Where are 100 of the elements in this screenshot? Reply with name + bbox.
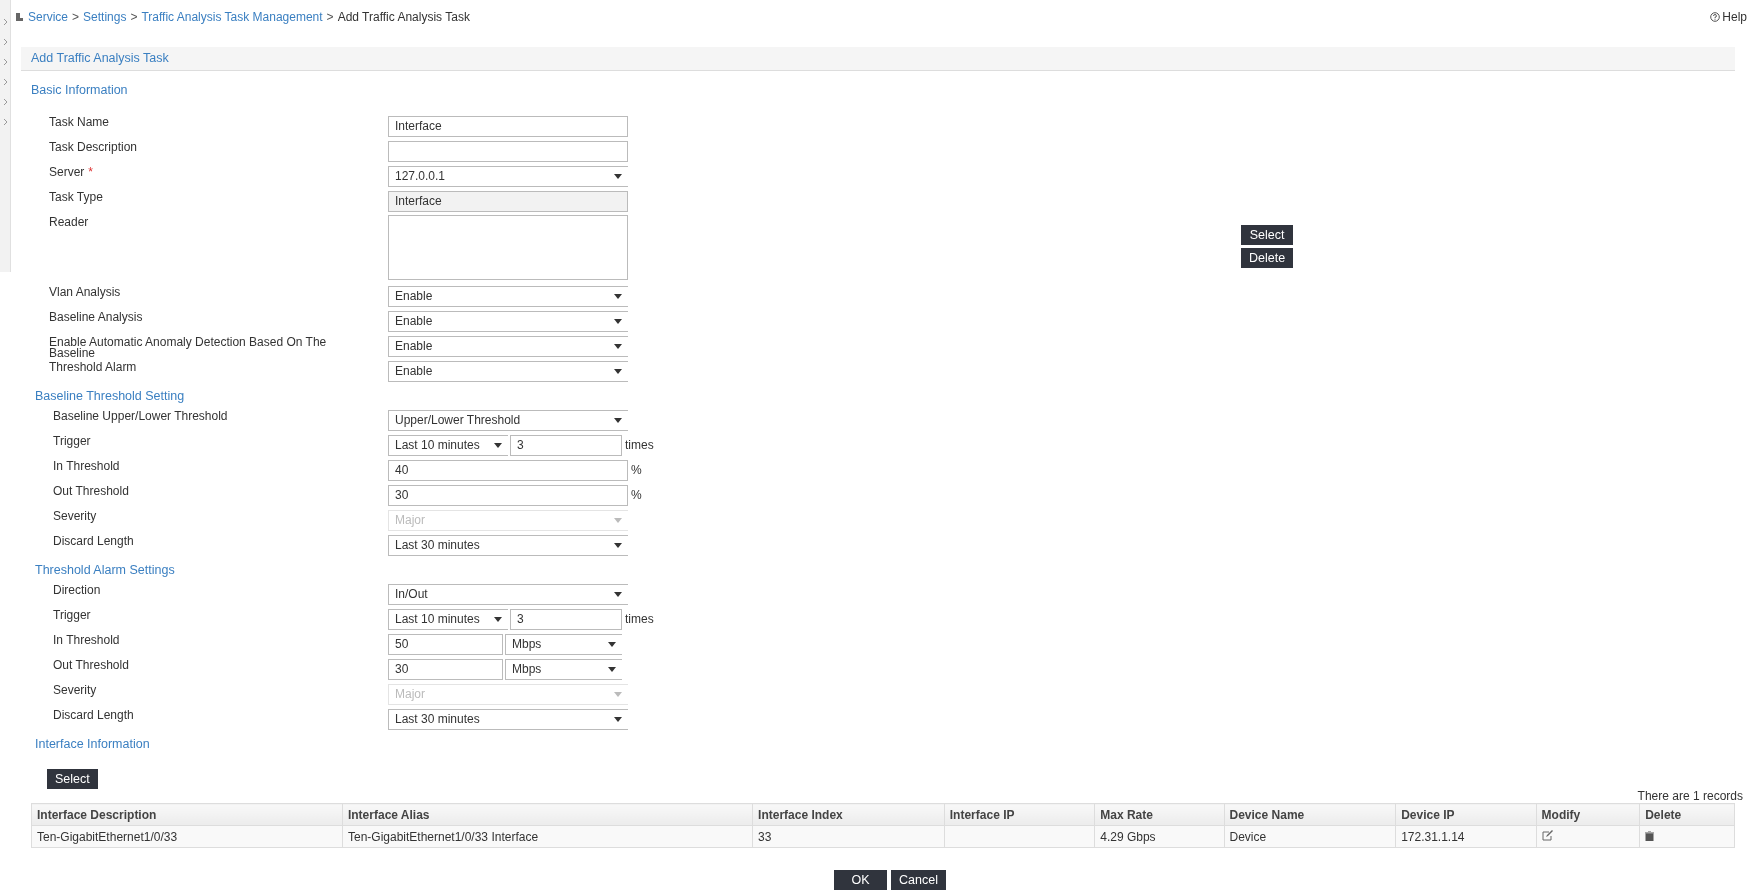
- caret-icon: [494, 616, 502, 622]
- column-header: Max Rate: [1094, 803, 1224, 826]
- dropdown[interactable]: Mbps: [505, 633, 622, 655]
- help-link[interactable]: Help: [1710, 10, 1747, 25]
- dropdown[interactable]: Last 10 minutes: [388, 608, 508, 630]
- caret-icon: [614, 368, 622, 374]
- breadcrumb-separator: >: [326, 10, 334, 25]
- field-label: Task Type: [48, 190, 104, 203]
- field-label: Trigger: [52, 434, 92, 447]
- field-label: Trigger: [52, 608, 92, 621]
- dropdown[interactable]: Mbps: [505, 658, 622, 680]
- field-label: In Threshold: [52, 633, 121, 646]
- caret-icon: [614, 517, 622, 523]
- breadcrumb-separator: >: [72, 10, 80, 25]
- caret-icon: [614, 716, 622, 722]
- field-label: Baseline Analysis: [48, 310, 144, 323]
- text-field[interactable]: 50: [388, 633, 503, 655]
- dialog-button[interactable]: Cancel: [891, 870, 946, 890]
- caret-icon: [494, 442, 502, 448]
- field-label: Task Name: [48, 115, 111, 128]
- caret-icon: [614, 542, 622, 548]
- unit-label: %: [631, 463, 642, 477]
- dropdown[interactable]: Last 30 minutes: [388, 534, 628, 556]
- text-field[interactable]: 40: [388, 459, 628, 481]
- dropdown[interactable]: Enable: [388, 310, 628, 332]
- select-button[interactable]: Select: [47, 769, 98, 789]
- breadcrumb-link[interactable]: Settings: [83, 10, 127, 25]
- table-cell: 33: [752, 825, 945, 848]
- field-label: In Threshold: [52, 459, 121, 472]
- dropdown[interactable]: 127.0.0.1: [388, 165, 628, 187]
- field-label: Out Threshold: [52, 484, 130, 497]
- text-field[interactable]: 30: [388, 484, 628, 506]
- help-icon: [1710, 12, 1721, 23]
- trash-icon[interactable]: [1645, 830, 1655, 841]
- unit-label: %: [631, 488, 642, 502]
- field-label: Baseline Upper/Lower Threshold: [52, 409, 229, 422]
- field-label: Discard Length: [52, 708, 135, 721]
- dropdown[interactable]: Upper/Lower Threshold: [388, 409, 628, 431]
- edit-icon[interactable]: [1541, 829, 1553, 841]
- action-button[interactable]: Select: [1241, 225, 1294, 245]
- breadcrumb-link[interactable]: Service: [28, 10, 68, 25]
- text-area[interactable]: [388, 215, 628, 280]
- dropdown[interactable]: Enable: [388, 285, 628, 307]
- caret-icon: [614, 417, 622, 423]
- text-field[interactable]: [388, 140, 628, 162]
- chevron-icon[interactable]: [2, 78, 8, 86]
- panel-title: Add Traffic Analysis Task: [31, 51, 169, 66]
- chevron-icon[interactable]: [2, 98, 8, 106]
- text-field[interactable]: Interface: [388, 115, 628, 137]
- column-header: Interface Index: [752, 803, 945, 826]
- caret-icon: [614, 173, 622, 179]
- caret-icon: [608, 666, 616, 672]
- dropdown[interactable]: Last 10 minutes: [388, 434, 508, 456]
- breadcrumb-separator: >: [130, 10, 138, 25]
- text-field[interactable]: Interface: [388, 190, 628, 212]
- text-field[interactable]: 30: [388, 658, 503, 680]
- caret-icon: [614, 591, 622, 597]
- table-cell: Ten-GigabitEthernet1/0/33 Interface: [342, 825, 753, 848]
- column-header: Interface Description: [31, 803, 343, 826]
- column-header: Device Name: [1224, 803, 1396, 826]
- table-cell: Device: [1224, 825, 1396, 848]
- dropdown[interactable]: Last 30 minutes: [388, 708, 628, 730]
- table-cell: 172.31.1.14: [1395, 825, 1537, 848]
- caret-icon: [614, 343, 622, 349]
- caret-icon: [614, 691, 622, 697]
- column-header: Modify: [1536, 803, 1640, 826]
- text-field[interactable]: 3: [510, 434, 622, 456]
- text-field[interactable]: 3: [510, 608, 622, 630]
- chevron-icon[interactable]: [2, 38, 8, 46]
- breadcrumb-link[interactable]: Traffic Analysis Task Management: [141, 10, 323, 25]
- field-label: Task Description: [48, 140, 139, 153]
- field-label: Severity: [52, 509, 98, 522]
- caret-icon: [608, 641, 616, 647]
- record-count: There are 1 records: [1637, 789, 1743, 803]
- chevron-icon[interactable]: [2, 58, 8, 66]
- field-label: Direction: [52, 583, 102, 596]
- field-label: Enable Automatic Anomaly Detection Based On The Baseline: [48, 335, 328, 359]
- section-title: Threshold Alarm Settings: [35, 563, 176, 577]
- dropdown[interactable]: Enable: [388, 360, 628, 382]
- field-label: Threshold Alarm: [48, 360, 138, 373]
- field-label: Discard Length: [52, 534, 135, 547]
- caret-icon: [614, 293, 622, 299]
- field-label: Vlan Analysis: [48, 285, 122, 298]
- dropdown[interactable]: Enable: [388, 335, 628, 357]
- breadcrumb-current: Add Traffic Analysis Task: [337, 10, 470, 25]
- unit-label: times: [625, 438, 654, 452]
- field-label: Severity: [52, 683, 98, 696]
- section-title: Baseline Threshold Setting: [35, 389, 186, 403]
- chevron-icon[interactable]: [2, 118, 8, 126]
- column-header: Delete: [1639, 803, 1735, 826]
- caret-icon: [614, 318, 622, 324]
- dialog-button[interactable]: OK: [834, 870, 888, 890]
- chevron-icon[interactable]: [2, 18, 8, 26]
- action-button[interactable]: Delete: [1241, 248, 1294, 268]
- column-header: Interface Alias: [342, 803, 753, 826]
- dropdown[interactable]: In/Out: [388, 583, 628, 605]
- column-header: Device IP: [1395, 803, 1537, 826]
- field-label: Reader: [48, 215, 90, 228]
- column-header: Interface IP: [944, 803, 1095, 826]
- field-label: Out Threshold: [52, 658, 130, 671]
